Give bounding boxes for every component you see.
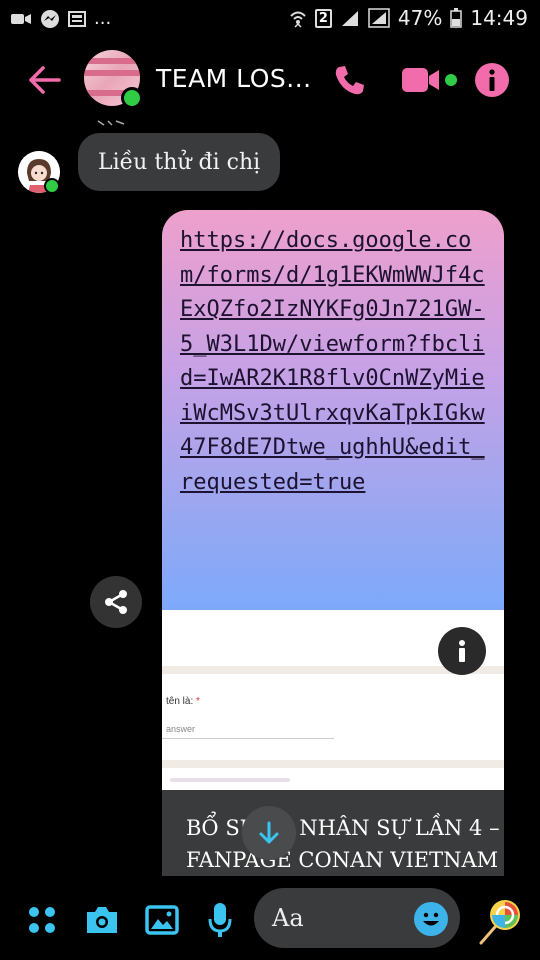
- preview-answer-placeholder: answer: [166, 724, 196, 734]
- status-right: 2 47% 14:49: [289, 6, 528, 30]
- voice-button[interactable]: [204, 900, 236, 940]
- preview-faint-text: [170, 778, 290, 782]
- back-button[interactable]: [26, 62, 62, 98]
- camera-icon: [87, 907, 117, 933]
- video-camera-icon: [402, 68, 457, 92]
- menu-dots-icon: [29, 907, 55, 933]
- share-button[interactable]: [90, 576, 142, 628]
- back-arrow-icon: [29, 66, 61, 94]
- required-mark: *: [196, 696, 200, 707]
- emoji-icon: [415, 903, 447, 935]
- battery-percent: 47%: [397, 6, 443, 30]
- more-actions-button[interactable]: [26, 904, 58, 936]
- info-icon: [459, 640, 465, 662]
- lollipop-icon: [479, 900, 520, 945]
- info-button[interactable]: [472, 60, 512, 100]
- microphone-icon: [208, 903, 232, 937]
- news-notification-icon: [68, 10, 86, 27]
- emoji-button[interactable]: [414, 902, 448, 936]
- phone-icon: [335, 66, 364, 95]
- status-ellipsis: ...: [94, 8, 112, 29]
- preview-field-text: tên là:: [166, 696, 194, 707]
- battery-icon: [450, 8, 463, 28]
- camera-button[interactable]: [84, 902, 120, 938]
- message-input-placeholder: Aa: [272, 904, 304, 932]
- outgoing-link-message[interactable]: https://docs.google.com/forms/d/1g1EKWmW…: [162, 210, 504, 876]
- signal-icon-2: [368, 8, 390, 28]
- preview-divider-2: [162, 760, 504, 768]
- like-sticker-button[interactable]: [476, 896, 526, 946]
- incoming-message[interactable]: Liều thử đi chị: [78, 133, 281, 191]
- call-button[interactable]: [330, 60, 370, 100]
- link-preview-title[interactable]: BỔ SUNG NHÂN SỰ LẦN 4 – FANPAGE CONAN VI…: [162, 790, 504, 876]
- info-icon: [475, 63, 509, 97]
- messenger-notification-icon: [41, 9, 59, 28]
- chat-title[interactable]: TEAM LOS...: [156, 64, 312, 93]
- status-bar: ... 2 47% 14:49: [0, 0, 540, 38]
- gallery-icon: [145, 905, 179, 935]
- scroll-to-bottom-button[interactable]: [242, 806, 296, 860]
- fragment-mark: [97, 120, 125, 126]
- video-call-button[interactable]: [400, 60, 460, 100]
- gallery-button[interactable]: [144, 902, 180, 938]
- status-time: 14:49: [470, 6, 528, 30]
- preview-field-label: tên là: *: [166, 696, 200, 707]
- arrow-down-icon: [259, 821, 279, 844]
- online-indicator: [121, 87, 143, 109]
- video-notification-icon: [11, 13, 31, 24]
- wifi-icon: [290, 11, 306, 28]
- sim-indicator: 2: [314, 8, 332, 28]
- preview-answer-line: [162, 738, 334, 739]
- share-icon: [105, 590, 127, 614]
- status-left: ...: [10, 8, 111, 29]
- chat-header: TEAM LOS...: [0, 40, 540, 120]
- previous-message-fragment: [96, 118, 126, 126]
- link-url[interactable]: https://docs.google.com/forms/d/1g1EKWmW…: [162, 210, 504, 500]
- link-bubble[interactable]: https://docs.google.com/forms/d/1g1EKWmW…: [162, 210, 504, 610]
- incoming-message-text: Liều thử đi chị: [98, 149, 261, 175]
- signal-icon: [341, 11, 358, 26]
- preview-info-button[interactable]: [438, 627, 486, 675]
- sender-online-indicator: [44, 178, 60, 194]
